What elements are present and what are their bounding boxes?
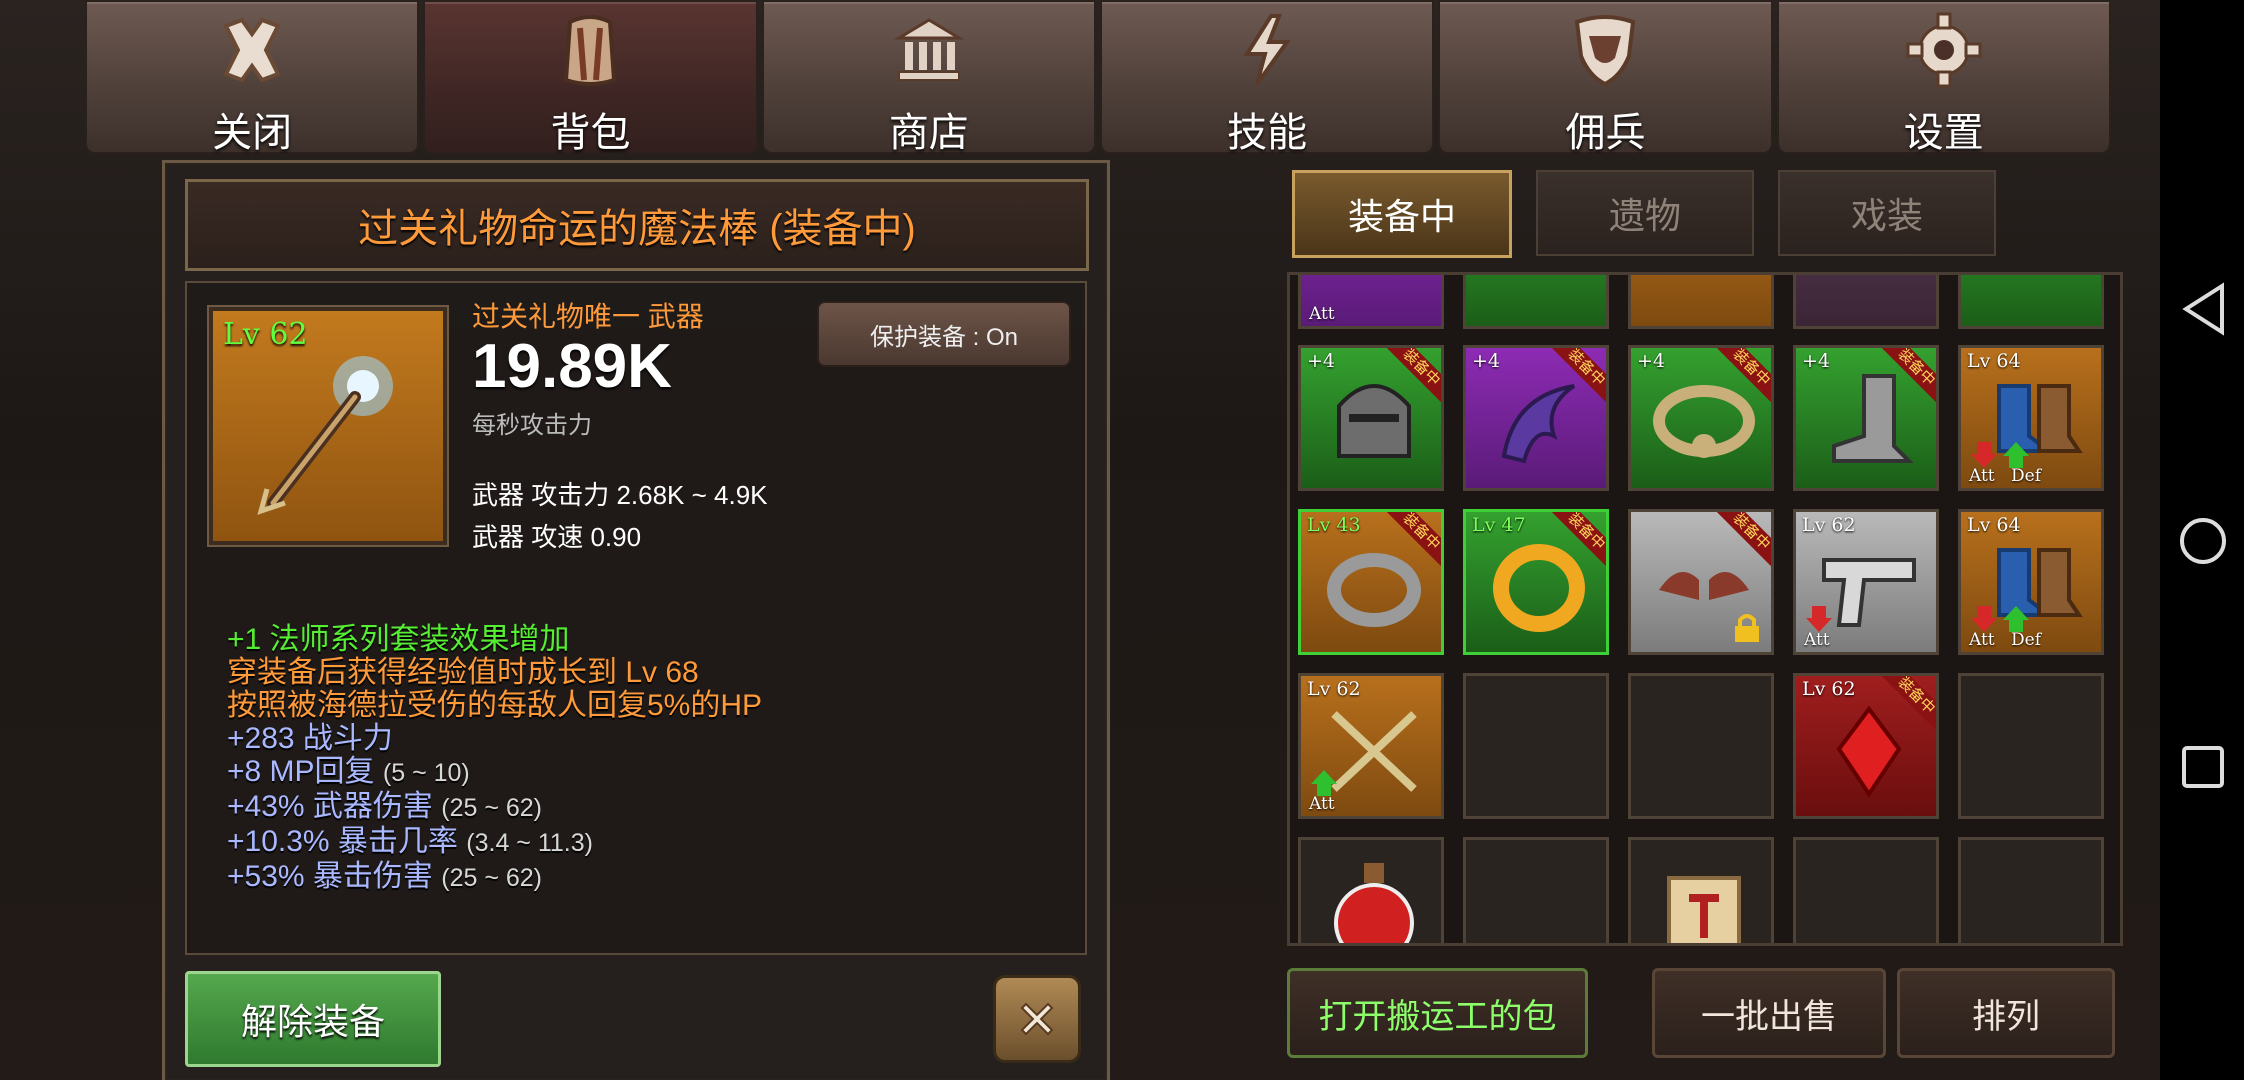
inventory-slot[interactable]: Lv 62 Att [1793,509,1939,655]
effect-line: +1 法师系列套装效果增加 [227,623,570,656]
nav-tab-mercenary[interactable]: 佣兵 [1438,0,1773,155]
lock-icon [1735,614,1759,642]
unequip-button[interactable]: 解除装备 [185,971,441,1067]
shop-icon [893,18,965,81]
nav-label: 技能 [1227,111,1308,155]
system-navigation-bar [2160,0,2244,1080]
boot-icon [1832,374,1914,463]
att-label: Att [1969,630,1995,650]
effect-line: 穿装备后获得经验值时成长到 Lv 68 [227,656,699,689]
nav-tab-shop[interactable]: 商店 [761,0,1096,155]
scroll-icon [1667,876,1741,943]
claw-icon [1501,384,1576,464]
att-label: Att [1804,630,1830,650]
att-label: Att [1309,794,1335,814]
inventory-slot[interactable] [1628,275,1774,329]
inventory-slot[interactable] [1793,275,1939,329]
nav-tab-skills[interactable]: 技能 [1099,0,1435,155]
item-icon-box: Lv 62 [209,307,447,545]
game-screen: 关闭 背包 商店 技能 佣兵 设置 过关礼物命运的魔法棒 (装备中) Lv 62… [0,0,2244,1080]
home-icon[interactable] [2178,516,2228,566]
weapon-speed-stat: 武器 攻速 0.90 [472,522,642,552]
item-title-bar: 过关礼物命运的魔法棒 (装备中) [185,179,1089,271]
item-type: 过关礼物唯一 武器 [472,301,704,332]
effect-line: 按照被海德拉受伤的每敌人回复5%的HP [227,689,763,722]
item-dps-label: 每秒攻击力 [472,412,592,439]
inventory-slot[interactable] [1628,837,1774,943]
inventory-slot[interactable]: Lv 62 Att [1298,673,1444,819]
inventory-slot[interactable] [1958,275,2104,329]
ring-icon [1327,553,1421,627]
item-title: 过关礼物命运的魔法棒 (装备中) [358,207,916,251]
effect-line: +53% 暴击伤害 (25 ~ 62) [227,860,543,893]
nav-label: 设置 [1903,111,1984,155]
inventory-slot[interactable]: 装备中 [1628,509,1774,655]
att-label: Att [1309,304,1335,324]
potion-icon [1334,863,1414,943]
bulk-sell-button[interactable]: 一批出售 [1652,968,1886,1058]
back-icon[interactable] [2180,282,2226,336]
effect-line: +43% 武器伤害 (25 ~ 62) [227,790,543,823]
item-dps: 19.89K [472,332,672,401]
inventory-slot-empty[interactable] [1628,673,1774,819]
nav-tab-close[interactable]: 关闭 [85,0,420,155]
inventory-slot[interactable] [1298,837,1444,943]
nav-label: 关闭 [212,111,293,155]
helmet-icon [1337,384,1411,458]
inventory-slot-empty[interactable] [1958,673,2104,819]
inventory-grid: Att +4 装备中 +4 装备中 +4 装备中 +4 装备中 Lv 64 At… [1287,272,2123,946]
inventory-slot-empty[interactable] [1463,673,1609,819]
top-navigation: 关闭 背包 商店 技能 佣兵 设置 [85,0,2115,155]
nav-label: 商店 [888,111,969,155]
inventory-slot[interactable]: Lv 64 Att Def [1958,509,2104,655]
gem-icon [1836,705,1902,798]
inventory-slot[interactable]: Lv 47 装备中 [1463,509,1609,655]
shield-icon [1575,15,1636,87]
def-label: Def [2011,630,2041,650]
tab-relics[interactable]: 遗物 [1536,170,1754,256]
inventory-slot[interactable]: Att [1298,275,1444,329]
inventory-slot[interactable]: +4 装备中 [1628,345,1774,491]
tab-equipped[interactable]: 装备中 [1292,170,1512,258]
recents-icon[interactable] [2180,744,2226,790]
tab-costumes[interactable]: 戏装 [1778,170,1996,256]
effect-line: +10.3% 暴击几率 (3.4 ~ 11.3) [227,825,593,858]
backpack-icon [564,15,617,86]
effect-line: +8 MP回复 (5 ~ 10) [227,755,470,788]
item-effects: +1 法师系列套装效果增加 穿装备后获得经验值时成长到 Lv 68 按照被海德拉… [227,623,762,895]
inventory-slot[interactable]: +4 装备中 [1298,345,1444,491]
inventory-slot-empty[interactable] [1958,837,2104,943]
inventory-slot[interactable]: Lv 62 装备中 [1793,673,1939,819]
nav-label: 佣兵 [1565,111,1646,155]
inventory-slot-empty[interactable] [1463,837,1609,943]
lightning-icon [1243,14,1292,86]
inventory-tabs: 装备中 遗物 戏装 [1292,170,2020,258]
item-detail-panel: 过关礼物命运的魔法棒 (装备中) Lv 62 过关礼物唯一 武器 19.89K … [162,160,1110,1080]
inventory-slot[interactable]: +4 装备中 [1463,345,1609,491]
inventory-slot[interactable]: Lv 64 Att Def [1958,345,2104,491]
wand-icon [257,356,393,515]
amulet-icon [1653,385,1755,458]
inventory-slot[interactable] [1463,275,1609,329]
protect-equipment-toggle[interactable]: 保护装备 : On [817,301,1071,367]
nav-tab-backpack[interactable]: 背包 [423,0,758,155]
close-detail-button[interactable] [993,975,1081,1063]
inventory-slot[interactable]: +4 装备中 [1793,345,1939,491]
gear-icon [1906,12,1982,88]
inventory-slot[interactable]: Lv 43 装备中 [1298,509,1444,655]
open-porter-bag-button[interactable]: 打开搬运工的包 [1287,968,1588,1058]
nav-tab-settings[interactable]: 设置 [1776,0,2111,155]
def-label: Def [2011,466,2041,486]
inventory-slot-empty[interactable] [1793,837,1939,943]
close-icon [1020,1002,1054,1036]
item-info: Lv 62 过关礼物唯一 武器 19.89K 每秒攻击力 保护装备 : On 武… [185,281,1087,955]
sort-button[interactable]: 排列 [1897,968,2115,1058]
close-icon [223,17,281,83]
att-label: Att [1969,466,1995,486]
effect-line: +283 战斗力 [227,722,393,755]
weapon-attack-stat: 武器 攻击力 2.68K ~ 4.9K [472,480,768,510]
nav-label: 背包 [550,111,631,155]
gold-ring-icon [1493,544,1585,632]
